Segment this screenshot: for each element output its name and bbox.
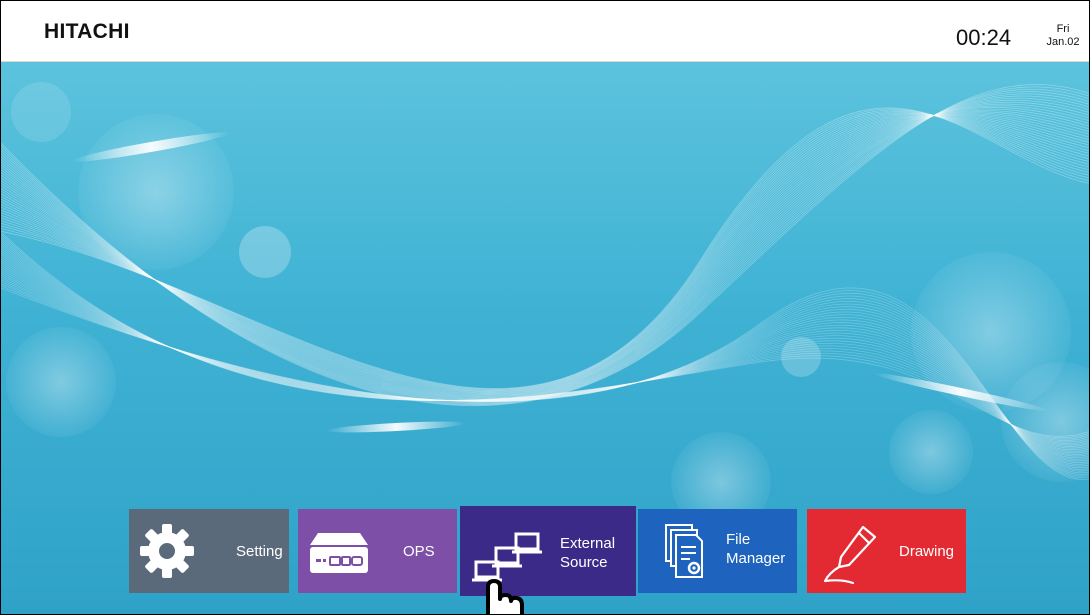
date-label: Jan.02 [1046,36,1080,48]
file-manager-tile[interactable]: File Manager [638,509,797,593]
file-manager-icon [665,524,703,578]
external-source-label: External Source [560,534,615,572]
pen-icon [823,525,877,585]
external-source-icon [472,532,542,582]
ops-tile[interactable]: OPS [298,509,457,593]
brand-logo: HITACHI [44,20,130,43]
drawing-tile[interactable]: Drawing [807,509,966,593]
external-source-label-line2: Source [560,554,608,571]
file-manager-label: File Manager [726,530,785,568]
status-bar: HITACHI 00:24 Fri Jan.02 [1,1,1089,62]
ops-device-icon [310,533,368,573]
external-source-label-line1: External [560,535,616,552]
clock-date: Fri Jan.02 [1043,23,1083,49]
drawing-label: Drawing [899,543,955,560]
external-source-tile[interactable]: External Source [460,506,636,596]
gear-icon [140,524,194,578]
ops-label: OPS [403,543,435,560]
setting-tile[interactable]: Setting [129,509,289,593]
home-screen: HITACHI 00:24 Fri Jan.02 Setting OPS Ext… [0,0,1090,615]
file-manager-label-line2: Manager [726,550,786,567]
file-manager-label-line1: File [726,531,751,548]
weekday-label: Fri [1056,23,1070,35]
clock-time: 00:24 [956,25,1012,50]
setting-label: Setting [236,543,283,560]
